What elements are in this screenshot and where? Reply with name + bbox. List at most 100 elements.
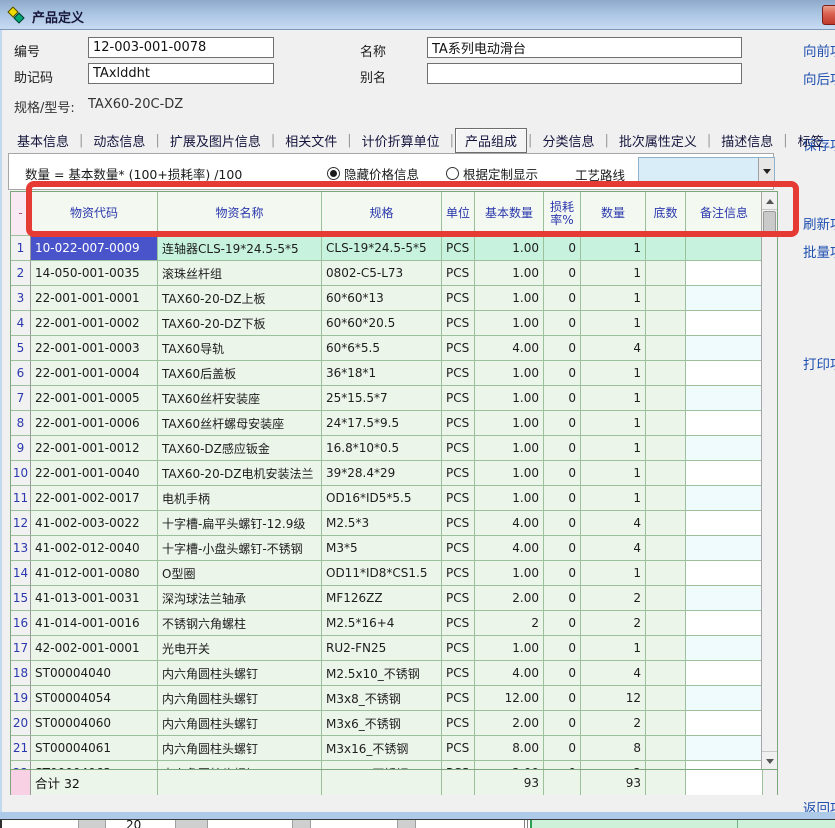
cell-spec[interactable]: 60*6*5.5 xyxy=(322,336,442,361)
tab-7[interactable]: 分类信息 xyxy=(533,129,603,152)
row-number[interactable]: 12 xyxy=(11,511,31,536)
row-number[interactable]: 11 xyxy=(11,486,31,511)
cell-spec[interactable]: 24*17.5*9.5 xyxy=(322,411,442,436)
nav-batch-button[interactable]: 批量项 xyxy=(803,241,835,261)
cell-base[interactable] xyxy=(646,261,686,286)
cell-unit[interactable]: PCS xyxy=(442,261,475,286)
cell-unit[interactable]: PCS xyxy=(442,361,475,386)
code-input[interactable] xyxy=(88,37,274,58)
cell-material-code[interactable]: 14-050-001-0035 xyxy=(31,261,158,286)
tab-3[interactable]: 扩展及图片信息 xyxy=(161,129,270,152)
cell-base-qty[interactable]: 2.00 xyxy=(475,586,544,611)
cell-material-name[interactable]: 深沟球法兰轴承 xyxy=(158,586,322,611)
cell-base[interactable] xyxy=(646,586,686,611)
cell-base-qty[interactable]: 1.00 xyxy=(475,236,544,261)
cell-material-name[interactable]: 连轴器CLS-19*24.5-5*5 xyxy=(158,236,322,261)
table-row[interactable]: 22ST00004063内六角圆柱头螺钉M3x10_不锈钢PCS2.0002 xyxy=(11,761,777,769)
mnemonic-input[interactable] xyxy=(88,63,274,84)
table-row[interactable]: 1022-001-001-0040TAX60-20-DZ电机安装法兰39*28.… xyxy=(11,461,777,486)
cell-base-qty[interactable]: 4.00 xyxy=(475,661,544,686)
cell-material-code[interactable]: 22-001-002-0017 xyxy=(31,486,158,511)
tab-10[interactable]: 标签 xyxy=(789,129,833,152)
table-row[interactable]: 1341-002-012-0040十字槽-小盘头螺钉-不锈钢M3*5PCS4.0… xyxy=(11,536,777,561)
cell-base-qty[interactable]: 1.00 xyxy=(475,436,544,461)
cell-loss-rate[interactable]: 0 xyxy=(544,461,581,486)
cell-spec[interactable]: OD11*ID8*CS1.5 xyxy=(322,561,442,586)
cell-remark[interactable] xyxy=(686,511,763,536)
cell-material-code[interactable]: 22-001-001-0012 xyxy=(31,436,158,461)
cell-unit[interactable]: PCS xyxy=(442,661,475,686)
cell-remark[interactable] xyxy=(686,286,763,311)
cell-material-name[interactable]: TAX60-20-DZ上板 xyxy=(158,286,322,311)
cell-remark[interactable] xyxy=(686,261,763,286)
cell-remark[interactable] xyxy=(686,736,763,761)
table-row[interactable]: 1641-014-001-0016不锈钢六角螺柱M2.5*16+4PCS202 xyxy=(11,611,777,636)
cell-qty[interactable]: 4 xyxy=(581,661,646,686)
cell-spec[interactable]: 60*60*13 xyxy=(322,286,442,311)
cell-material-code[interactable]: ST00004063 xyxy=(31,761,158,769)
table-row[interactable]: 20ST00004060内六角圆柱头螺钉M3x6_不锈钢PCS2.0002 xyxy=(11,711,777,736)
cell-base-qty[interactable]: 4.00 xyxy=(475,511,544,536)
cell-base-qty[interactable]: 1.00 xyxy=(475,461,544,486)
cell-qty[interactable]: 1 xyxy=(581,236,646,261)
cell-loss-rate[interactable]: 0 xyxy=(544,536,581,561)
cell-remark[interactable] xyxy=(686,711,763,736)
cell-base[interactable] xyxy=(646,736,686,761)
cell-remark[interactable] xyxy=(686,386,763,411)
cell-material-name[interactable]: 内六角圆柱头螺钉 xyxy=(158,686,322,711)
cell-spec[interactable]: OD16*ID5*5.5 xyxy=(322,486,442,511)
table-row[interactable]: 622-001-001-0004TAX60后盖板36*18*1PCS1.0001 xyxy=(11,361,777,386)
cell-material-code[interactable]: 41-013-001-0031 xyxy=(31,586,158,611)
cell-loss-rate[interactable]: 0 xyxy=(544,761,581,769)
cell-qty[interactable]: 2 xyxy=(581,711,646,736)
table-row[interactable]: 1122-001-002-0017电机手柄OD16*ID5*5.5PCS1.00… xyxy=(11,486,777,511)
cell-qty[interactable]: 1 xyxy=(581,311,646,336)
cell-spec[interactable]: 16.8*10*0.5 xyxy=(322,436,442,461)
cell-remark[interactable] xyxy=(686,236,763,261)
row-number[interactable]: 3 xyxy=(11,286,31,311)
cell-material-name[interactable]: 十字槽-小盘头螺钉-不锈钢 xyxy=(158,536,322,561)
cell-material-code[interactable]: 10-022-007-0009 xyxy=(31,236,158,261)
cell-qty[interactable]: 12 xyxy=(581,686,646,711)
cell-base[interactable] xyxy=(646,536,686,561)
cell-material-code[interactable]: ST00004054 xyxy=(31,686,158,711)
cell-unit[interactable]: PCS xyxy=(442,561,475,586)
cell-material-name[interactable]: TAX60丝杆螺母安装座 xyxy=(158,411,322,436)
cell-unit[interactable]: PCS xyxy=(442,736,475,761)
table-row[interactable]: 1742-002-001-0001光电开关RU2-FN25PCS1.0001 xyxy=(11,636,777,661)
close-icon[interactable] xyxy=(822,5,835,25)
cell-remark[interactable] xyxy=(686,686,763,711)
cell-remark[interactable] xyxy=(686,486,763,511)
row-number[interactable]: 17 xyxy=(11,636,31,661)
nav-print-button[interactable]: 打印项 xyxy=(803,353,835,373)
cell-loss-rate[interactable]: 0 xyxy=(544,436,581,461)
row-number[interactable]: 10 xyxy=(11,461,31,486)
cell-spec[interactable]: 36*18*1 xyxy=(322,361,442,386)
cell-base-qty[interactable]: 4.00 xyxy=(475,536,544,561)
chevron-down-icon[interactable] xyxy=(758,158,774,185)
cell-qty[interactable]: 1 xyxy=(581,561,646,586)
cell-base-qty[interactable]: 2.00 xyxy=(475,761,544,769)
cell-remark[interactable] xyxy=(686,536,763,561)
row-number[interactable]: 18 xyxy=(11,661,31,686)
cell-qty[interactable]: 2 xyxy=(581,761,646,769)
cell-qty[interactable]: 1 xyxy=(581,361,646,386)
cell-remark[interactable] xyxy=(686,436,763,461)
row-number[interactable]: 6 xyxy=(11,361,31,386)
cell-remark[interactable] xyxy=(686,336,763,361)
table-row[interactable]: 522-001-001-0003TAX60导轨60*6*5.5PCS4.0004 xyxy=(11,336,777,361)
cell-loss-rate[interactable]: 0 xyxy=(544,261,581,286)
cell-material-code[interactable]: 41-014-001-0016 xyxy=(31,611,158,636)
nav-next-button[interactable]: 向后项 xyxy=(803,68,835,88)
table-row[interactable]: 822-001-001-0006TAX60丝杆螺母安装座24*17.5*9.5P… xyxy=(11,411,777,436)
cell-unit[interactable]: PCS xyxy=(442,336,475,361)
row-number[interactable]: 2 xyxy=(11,261,31,286)
cell-loss-rate[interactable]: 0 xyxy=(544,236,581,261)
cell-base-qty[interactable]: 1.00 xyxy=(475,561,544,586)
nav-prev-button[interactable]: 向前项 xyxy=(803,40,835,60)
tab-9[interactable]: 描述信息 xyxy=(712,129,782,152)
radio-hide-price[interactable]: 隐藏价格信息 xyxy=(327,164,419,183)
cell-unit[interactable]: PCS xyxy=(442,761,475,769)
cell-qty[interactable]: 4 xyxy=(581,536,646,561)
cell-material-name[interactable]: 不锈钢六角螺柱 xyxy=(158,611,322,636)
